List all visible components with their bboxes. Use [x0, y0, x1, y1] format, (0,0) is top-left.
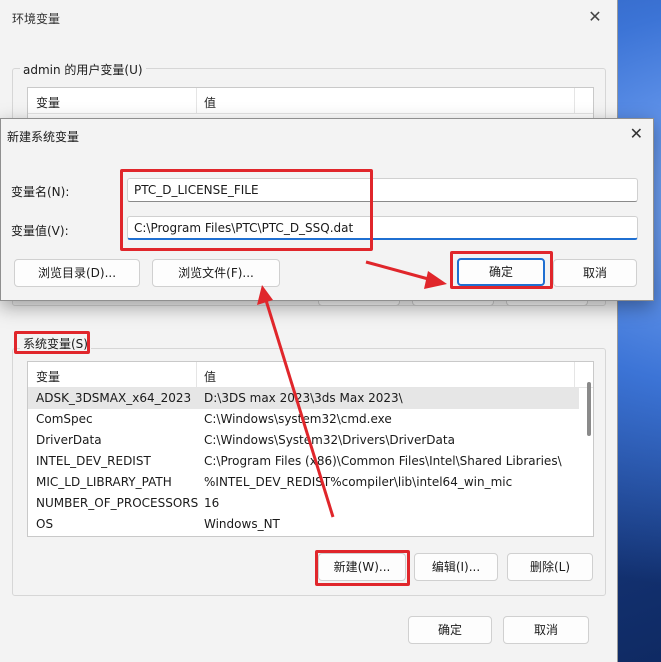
row-value: D:\3DS max 2023\3ds Max 2023\ — [204, 391, 403, 405]
table-row[interactable]: NUMBER_OF_PROCESSORS 16 — [28, 493, 579, 514]
browse-directory-button[interactable]: 浏览目录(D)... — [14, 259, 140, 287]
column-value[interactable]: 值 — [204, 94, 216, 111]
row-variable: NUMBER_OF_PROCESSORS — [36, 496, 199, 510]
row-value: %INTEL_DEV_REDIST%compiler\lib\intel64_w… — [204, 475, 513, 489]
variable-value-input[interactable]: C:\Program Files\PTC\PTC_D_SSQ.dat — [127, 216, 638, 240]
title-bar: 环境变量 ✕ — [0, 0, 617, 34]
close-icon[interactable]: ✕ — [573, 0, 617, 34]
dialog-cancel-button[interactable]: 取消 — [553, 259, 637, 287]
row-variable: DriverData — [36, 433, 102, 447]
variable-name-label: 变量名(N): — [11, 185, 70, 199]
system-variables-label: 系统变量(S) — [20, 335, 91, 352]
ok-button[interactable]: 确定 — [408, 616, 492, 644]
cancel-button[interactable]: 取消 — [503, 616, 589, 644]
variable-name-input[interactable]: PTC_D_LICENSE_FILE — [127, 178, 638, 202]
list-header: 变量 值 — [28, 88, 593, 114]
table-row[interactable]: OS Windows_NT — [28, 514, 579, 535]
row-value: C:\Program Files (x86)\Common Files\Inte… — [204, 454, 562, 468]
environment-variables-window: 环境变量 ✕ admin 的用户变量(U) 变量 值 系统变量(S) 变量 值 … — [0, 0, 618, 662]
new-system-variable-dialog: 新建系统变量 ✕ 变量名(N): PTC_D_LICENSE_FILE 变量值(… — [0, 118, 654, 301]
browse-file-button[interactable]: 浏览文件(F)... — [152, 259, 280, 287]
row-value: C:\Windows\system32\cmd.exe — [204, 412, 392, 426]
system-variables-list[interactable]: 变量 值 ADSK_3DSMAX_x64_2023 D:\3DS max 202… — [27, 361, 594, 537]
variable-value-label: 变量值(V): — [11, 224, 69, 238]
row-value: Windows_NT — [204, 517, 280, 531]
column-variable[interactable]: 变量 — [36, 368, 60, 385]
scrollbar[interactable] — [587, 382, 591, 436]
column-variable[interactable]: 变量 — [36, 94, 60, 111]
edit-button[interactable]: 编辑(I)... — [414, 553, 498, 581]
table-row[interactable]: MIC_LD_LIBRARY_PATH %INTEL_DEV_REDIST%co… — [28, 472, 579, 493]
table-row[interactable]: ADSK_3DSMAX_x64_2023 D:\3DS max 2023\3ds… — [28, 388, 579, 409]
row-variable: MIC_LD_LIBRARY_PATH — [36, 475, 172, 489]
dialog-ok-button[interactable]: 确定 — [457, 258, 545, 286]
user-variables-label: admin 的用户变量(U) — [20, 61, 146, 78]
row-variable: INTEL_DEV_REDIST — [36, 454, 151, 468]
row-variable: OS — [36, 517, 54, 531]
table-row[interactable]: ComSpec C:\Windows\system32\cmd.exe — [28, 409, 579, 430]
delete-button[interactable]: 删除(L) — [507, 553, 593, 581]
row-variable: ADSK_3DSMAX_x64_2023 — [36, 391, 192, 405]
row-variable: ComSpec — [36, 412, 93, 426]
table-row[interactable]: DriverData C:\Windows\System32\Drivers\D… — [28, 430, 579, 451]
row-value: 16 — [204, 496, 220, 510]
close-icon[interactable]: ✕ — [630, 124, 643, 143]
dialog-title: 新建系统变量 — [7, 130, 80, 144]
table-row[interactable]: INTEL_DEV_REDIST C:\Program Files (x86)\… — [28, 451, 579, 472]
window-title: 环境变量 — [12, 12, 61, 26]
column-value[interactable]: 值 — [204, 368, 216, 385]
list-header: 变量 值 — [28, 362, 593, 388]
row-value: C:\Windows\System32\Drivers\DriverData — [204, 433, 455, 447]
new-button[interactable]: 新建(W)... — [318, 553, 406, 581]
